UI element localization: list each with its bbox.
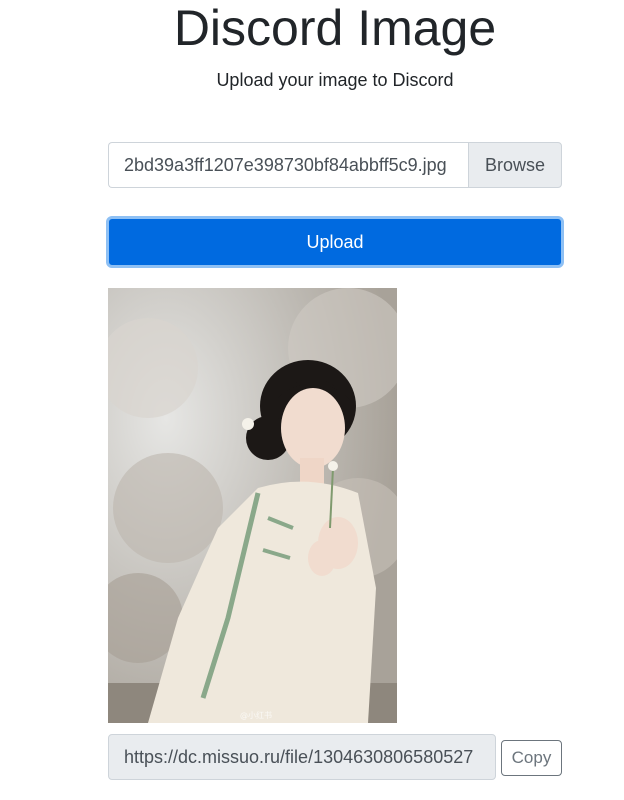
- page: Discord Image Upload your image to Disco…: [0, 0, 624, 800]
- browse-button[interactable]: Browse: [468, 142, 562, 188]
- file-input-group[interactable]: 2bd39a3ff1207e398730bf84abbff5c9.jpg Bro…: [108, 142, 562, 188]
- portrait-photo: @小红书: [108, 288, 397, 723]
- page-title: Discord Image: [173, 0, 497, 56]
- copy-button[interactable]: Copy: [501, 740, 562, 776]
- uploaded-image-preview: @小红书: [108, 288, 397, 723]
- file-name-field[interactable]: 2bd39a3ff1207e398730bf84abbff5c9.jpg: [108, 142, 468, 188]
- page-subtitle: Upload your image to Discord: [216, 70, 454, 90]
- upload-button[interactable]: Upload: [106, 216, 564, 268]
- photo-watermark: @小红书: [240, 710, 272, 720]
- image-url-field[interactable]: https://dc.missuo.ru/file/13046308065805…: [108, 734, 496, 780]
